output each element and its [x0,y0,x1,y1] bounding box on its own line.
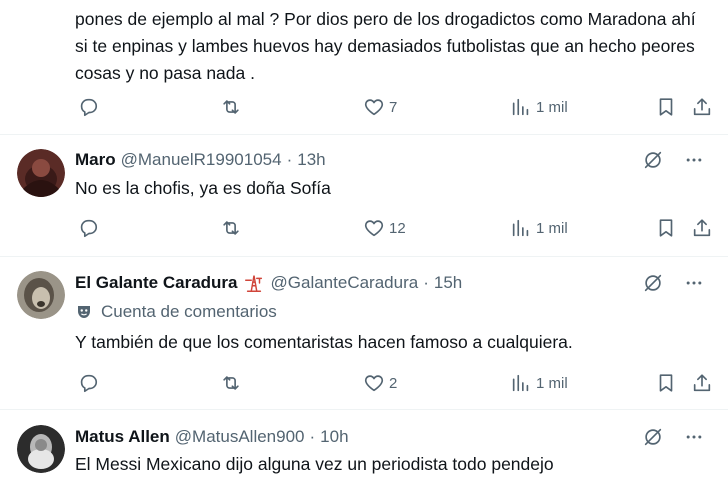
like-button[interactable]: 12 [363,216,406,240]
more-icon[interactable] [684,150,704,170]
reply-button[interactable] [77,95,99,119]
separator-dot: · [309,427,316,446]
retweet-icon [223,376,239,390]
share-button[interactable] [691,216,713,240]
user-handle[interactable]: @GalanteCaradura [271,273,419,293]
view-count: 1 mil [536,374,568,392]
header-actions [642,148,704,172]
reply-button[interactable] [77,216,99,240]
views-button[interactable]: 1 mil [510,216,568,240]
tweet-text: No es la chofis, ya es doña Sofía [75,178,331,198]
tweet-3[interactable]: El Galante Caradura @GalanteCaradura · 1… [0,257,728,410]
display-name[interactable]: Matus Allen [75,427,170,447]
separator-dot: · [423,273,429,292]
heart-icon [364,375,384,392]
retweet-icon [223,221,239,235]
retweet-button[interactable] [219,371,243,395]
affiliation-label[interactable]: Cuenta de comentarios [75,299,277,325]
retweet-button[interactable] [219,95,243,119]
tweet-text: Y también de que los comentaristas hacen… [75,332,573,352]
tweet-4[interactable]: Matus Allen @MatusAllen900 · 10h El Mess… [0,410,728,488]
views-button[interactable]: 1 mil [510,95,568,119]
separator-dot: · [286,150,293,169]
tweet-actions: 7 1 mil [75,95,715,119]
user-handle[interactable]: @MatusAllen900 [175,427,305,447]
like-count: 2 [389,374,398,392]
like-button[interactable]: 7 [363,95,397,119]
views-button[interactable]: 1 mil [510,371,568,395]
reply-button[interactable] [77,371,99,395]
share-button[interactable] [691,95,713,119]
view-count: 1 mil [536,219,568,237]
avatar[interactable] [17,271,65,319]
bookmark-icon [659,374,673,392]
views-icon [512,374,529,392]
like-count: 12 [389,219,406,237]
tweet-1[interactable]: pones de ejemplo al mal ? Por dios pero … [0,0,728,135]
tweet-actions: 2 1 mil [75,371,715,395]
share-icon [693,219,711,237]
heart-icon [364,220,384,237]
avatar[interactable] [17,425,65,473]
grok-icon[interactable] [642,272,664,294]
tweet-actions: 12 1 mil [75,216,715,240]
tweet-2[interactable]: Maro @ManuelR19901054 · 13h No es la cho… [0,135,728,257]
bookmark-button[interactable] [655,216,677,240]
share-icon [693,98,711,116]
grok-icon[interactable] [642,426,664,448]
share-icon [693,374,711,392]
user-handle[interactable]: @ManuelR19901054 [121,150,282,170]
retweet-icon [223,100,239,114]
grok-icon[interactable] [642,149,664,171]
views-icon [512,98,529,116]
share-button[interactable] [691,371,713,395]
display-name[interactable]: Maro [75,150,116,170]
oil-rig-icon [243,272,265,294]
mask-icon [75,303,93,321]
display-name[interactable]: El Galante Caradura [75,273,238,293]
avatar[interactable] [17,149,65,197]
affiliation-text: Cuenta de comentarios [101,302,277,321]
timestamp[interactable]: 10h [320,427,348,447]
tweet-header: Matus Allen @MatusAllen900 · 10h [75,425,704,449]
tweet-header: El Galante Caradura @GalanteCaradura · 1… [75,271,704,295]
like-button[interactable]: 2 [363,371,397,395]
views-icon [512,219,529,237]
reply-icon [80,374,98,393]
header-actions [642,425,704,449]
tweet-header: Maro @ManuelR19901054 · 13h [75,148,704,172]
like-count: 7 [389,98,398,116]
timestamp[interactable]: 13h [297,150,325,170]
more-icon[interactable] [684,273,704,293]
header-actions [642,271,704,295]
timestamp[interactable]: 15h [434,273,462,293]
tweet-text: pones de ejemplo al mal ? Por dios pero … [75,9,696,83]
retweet-button[interactable] [219,216,243,240]
tweet-text: El Messi Mexicano dijo alguna vez un per… [75,454,554,474]
more-icon[interactable] [684,427,704,447]
bookmark-icon [659,98,673,116]
reply-icon [80,98,98,117]
heart-icon [364,99,384,116]
reply-icon [80,219,98,238]
view-count: 1 mil [536,98,568,116]
bookmark-icon [659,219,673,237]
bookmark-button[interactable] [655,371,677,395]
bookmark-button[interactable] [655,95,677,119]
